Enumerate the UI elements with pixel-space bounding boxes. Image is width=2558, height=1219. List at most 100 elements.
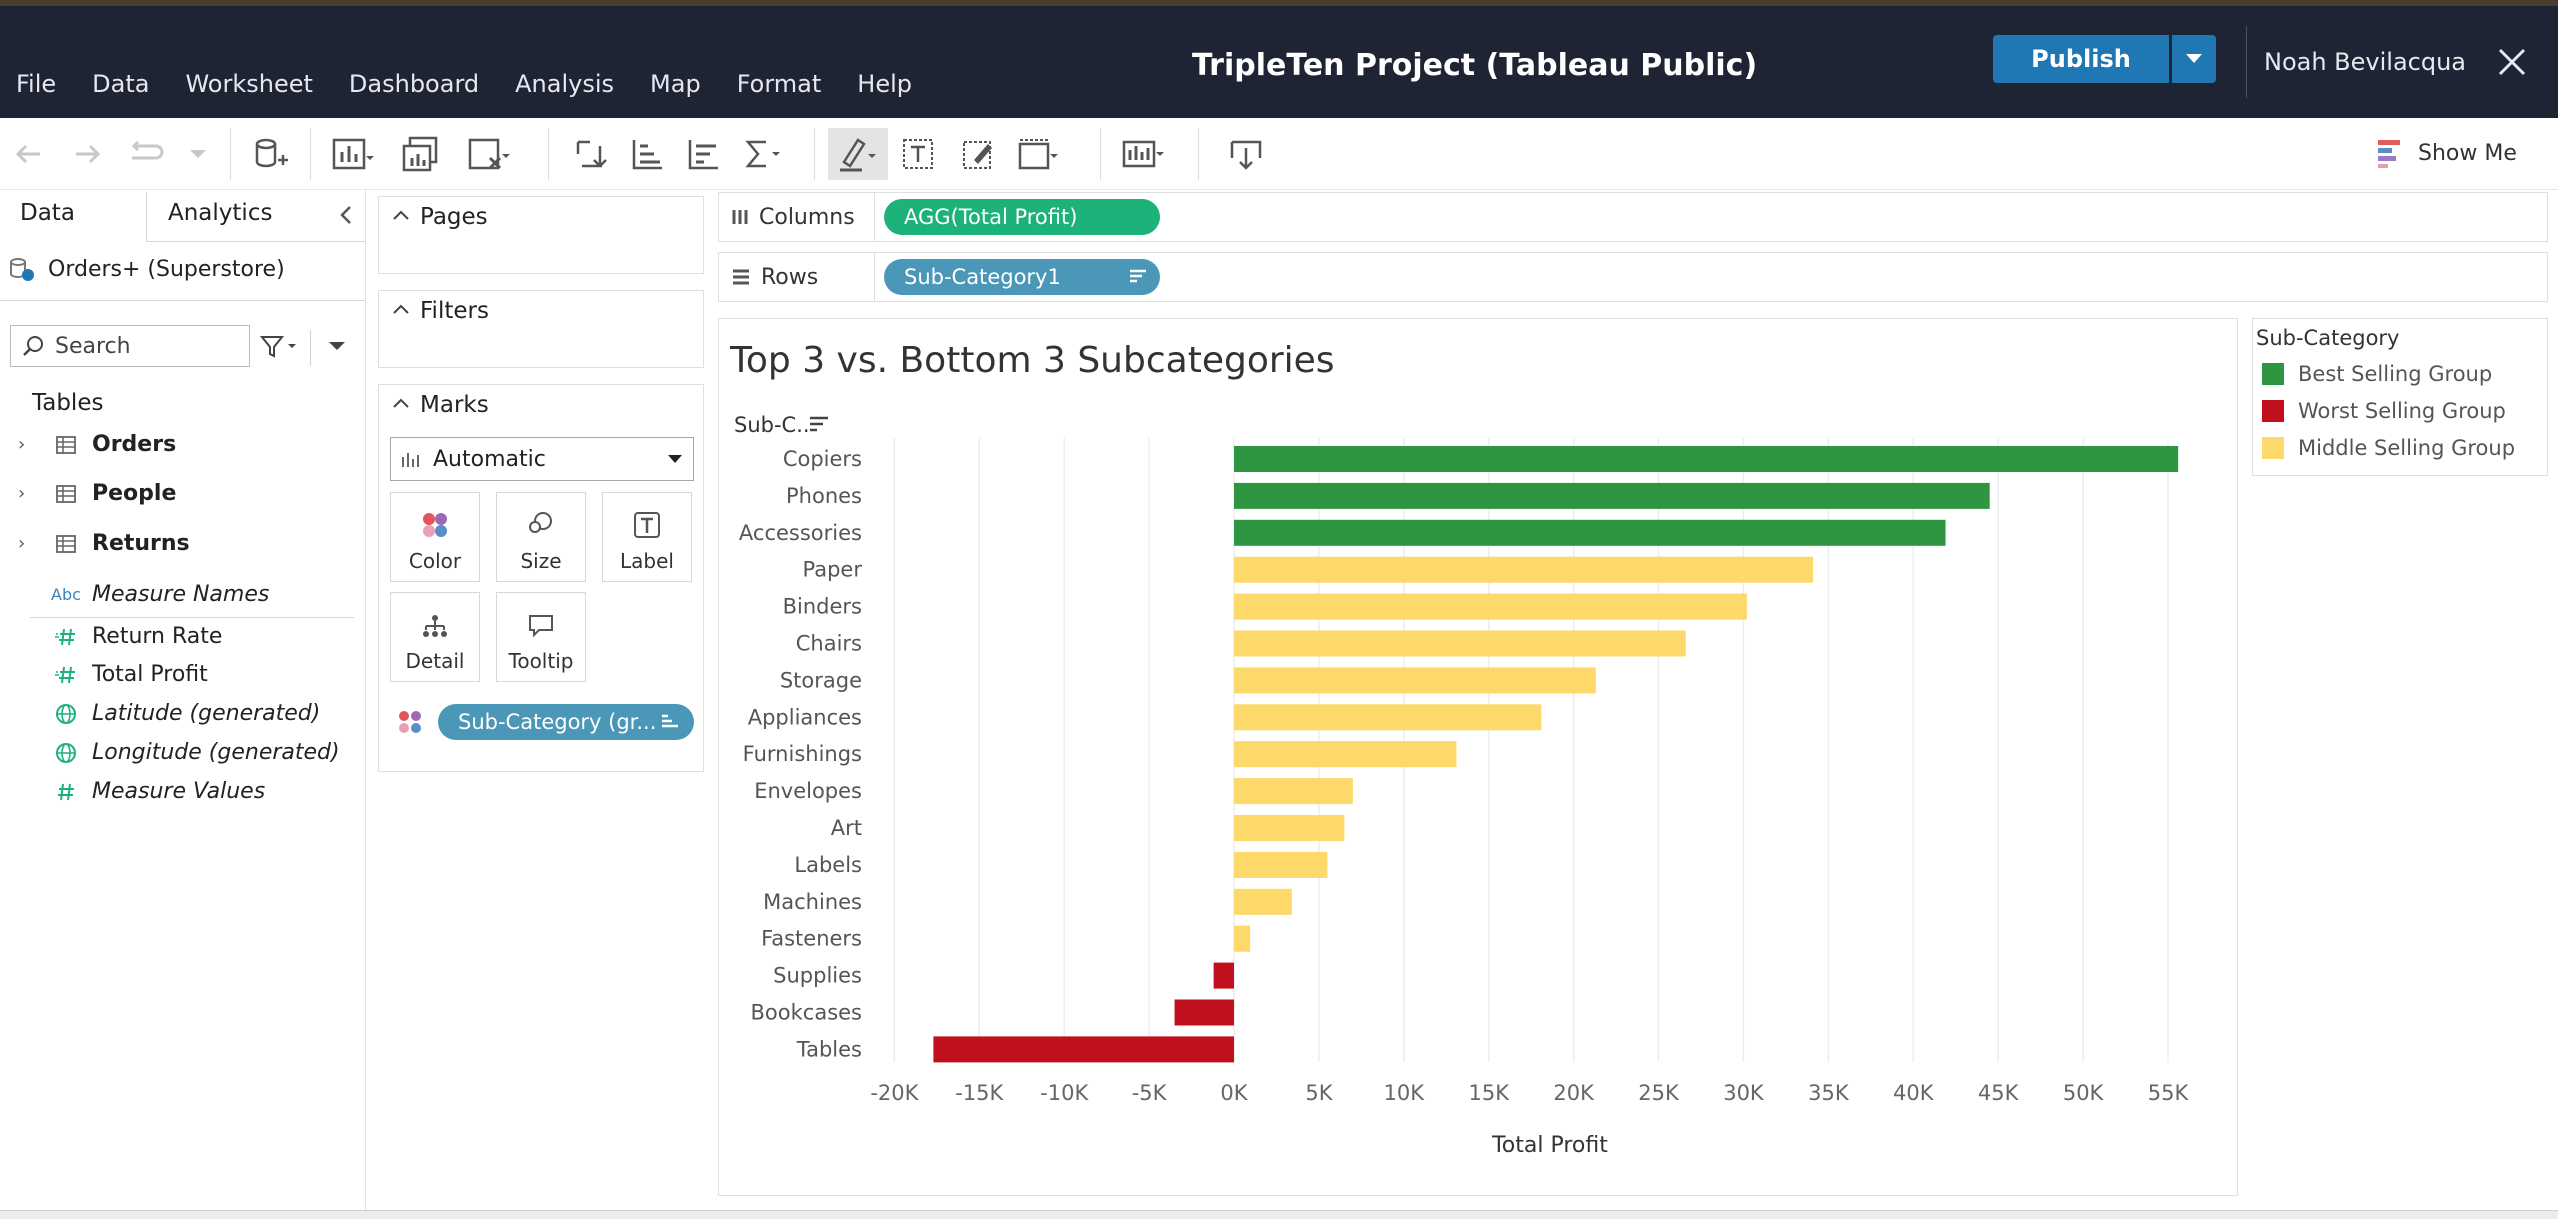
detail-button[interactable]: Detail bbox=[390, 592, 480, 682]
table-people[interactable]: › People bbox=[18, 481, 176, 506]
legend-item-worst[interactable]: Worst Selling Group bbox=[2262, 399, 2506, 423]
bar-accessories[interactable] bbox=[1234, 519, 1946, 546]
pane-menu-dropdown-icon[interactable] bbox=[326, 338, 348, 354]
field-latitude[interactable]: Latitude (generated) bbox=[18, 701, 320, 726]
datasource-label: Orders+ (Superstore) bbox=[48, 256, 285, 282]
columns-pill[interactable]: AGG(Total Profit) bbox=[884, 199, 1160, 235]
x-tick-label: -20K bbox=[870, 1081, 919, 1105]
bar-tables[interactable] bbox=[933, 1036, 1234, 1063]
redo-icon[interactable] bbox=[66, 134, 110, 174]
field-measure-values[interactable]: Measure Values bbox=[18, 779, 265, 804]
bar-bookcases[interactable] bbox=[1174, 999, 1234, 1026]
field-measure-names[interactable]: Abc Measure Names bbox=[18, 582, 269, 607]
datasource-item[interactable]: Orders+ (Superstore) bbox=[8, 256, 285, 282]
table-returns[interactable]: › Returns bbox=[18, 531, 190, 556]
bar-fasteners[interactable] bbox=[1234, 925, 1251, 952]
bar-furnishings[interactable] bbox=[1234, 741, 1457, 768]
bar-chart[interactable]: Top 3 vs. Bottom 3 Subcategories Sub-C..… bbox=[718, 318, 2238, 1196]
text-label-icon[interactable] bbox=[898, 134, 942, 174]
datasource-icon bbox=[10, 258, 34, 281]
show-me-button[interactable]: Show Me bbox=[2376, 138, 2517, 168]
table-label: People bbox=[92, 481, 177, 506]
collapse-pane-icon[interactable] bbox=[336, 204, 356, 226]
legend-item-best[interactable]: Best Selling Group bbox=[2262, 362, 2492, 386]
field-longitude[interactable]: Longitude (generated) bbox=[18, 740, 340, 765]
replay-dropdown-icon[interactable] bbox=[176, 134, 220, 174]
bar-appliances[interactable] bbox=[1234, 704, 1542, 731]
highlight-icon[interactable] bbox=[834, 134, 878, 174]
size-button[interactable]: Size bbox=[496, 492, 586, 582]
color-label: Color bbox=[408, 549, 462, 573]
x-tick-label: 10K bbox=[1384, 1081, 1426, 1105]
menu-worksheet[interactable]: Worksheet bbox=[185, 70, 312, 98]
search-divider bbox=[310, 330, 311, 366]
toolbar-separator bbox=[548, 128, 549, 180]
x-tick-label: 35K bbox=[1808, 1081, 1850, 1105]
rows-pill[interactable]: Sub-Category1 bbox=[884, 259, 1160, 295]
duplicate-sheet-icon[interactable] bbox=[400, 134, 444, 174]
field-label: Measure Values bbox=[92, 779, 266, 804]
x-tick-label: 5K bbox=[1305, 1081, 1333, 1105]
color-encoding-pill[interactable]: Sub-Category (gr... bbox=[438, 704, 694, 740]
bar-phones[interactable] bbox=[1234, 482, 1990, 509]
tab-data[interactable]: Data bbox=[20, 200, 75, 226]
mark-type-select[interactable]: Automatic bbox=[390, 437, 694, 481]
undo-icon[interactable] bbox=[8, 134, 52, 174]
menu-file[interactable]: File bbox=[16, 70, 56, 98]
sort-descending-icon[interactable] bbox=[682, 134, 726, 174]
tab-analytics[interactable]: Analytics bbox=[168, 200, 272, 226]
show-cards-icon[interactable] bbox=[1120, 134, 1164, 174]
menu-format[interactable]: Format bbox=[737, 70, 822, 98]
sort-icon[interactable] bbox=[810, 416, 828, 432]
sort-ascending-icon[interactable] bbox=[626, 134, 670, 174]
tooltip-button[interactable]: Tooltip bbox=[496, 592, 586, 682]
legend-item-middle[interactable]: Middle Selling Group bbox=[2262, 436, 2515, 460]
replay-icon[interactable] bbox=[124, 134, 168, 174]
legend-title: Sub-Category bbox=[2256, 326, 2400, 350]
bar-supplies[interactable] bbox=[1213, 962, 1234, 989]
x-tick-label: 55K bbox=[2148, 1081, 2190, 1105]
field-return-rate[interactable]: Return Rate bbox=[18, 624, 222, 649]
bar-binders[interactable] bbox=[1234, 593, 1747, 620]
x-tick-label: 25K bbox=[1638, 1081, 1680, 1105]
collapse-card-icon[interactable] bbox=[392, 208, 410, 222]
sort-icon bbox=[1130, 269, 1146, 283]
present-download-icon[interactable] bbox=[1226, 134, 1270, 174]
color-button[interactable]: Color bbox=[390, 492, 480, 582]
publish-button[interactable]: Publish bbox=[1993, 35, 2169, 83]
table-orders[interactable]: › Orders bbox=[18, 432, 176, 457]
totals-icon[interactable] bbox=[740, 134, 784, 174]
menu-help[interactable]: Help bbox=[857, 70, 912, 98]
bar-machines[interactable] bbox=[1234, 888, 1292, 915]
bar-storage[interactable] bbox=[1234, 667, 1596, 694]
new-worksheet-icon[interactable] bbox=[330, 134, 374, 174]
collapse-card-icon[interactable] bbox=[392, 396, 410, 410]
menu-analysis[interactable]: Analysis bbox=[515, 70, 614, 98]
bar-copiers[interactable] bbox=[1234, 446, 2179, 472]
search-icon bbox=[23, 336, 43, 356]
bar-envelopes[interactable] bbox=[1234, 778, 1353, 805]
bar-paper[interactable] bbox=[1234, 556, 1814, 583]
label-button[interactable]: Label bbox=[602, 492, 692, 582]
new-data-source-icon[interactable] bbox=[248, 134, 292, 174]
search-input[interactable]: Search bbox=[10, 325, 250, 367]
x-tick-label: -10K bbox=[1040, 1081, 1089, 1105]
filter-icon[interactable] bbox=[260, 334, 300, 360]
swap-rows-columns-icon[interactable] bbox=[570, 134, 614, 174]
toolbar-separator bbox=[814, 128, 815, 180]
clear-sheet-icon[interactable] bbox=[466, 134, 510, 174]
user-name[interactable]: Noah Bevilacqua bbox=[2264, 48, 2466, 76]
annotate-icon[interactable] bbox=[958, 134, 1002, 174]
fit-icon[interactable] bbox=[1014, 134, 1058, 174]
menu-dashboard[interactable]: Dashboard bbox=[349, 70, 479, 98]
field-total-profit[interactable]: Total Profit bbox=[18, 662, 208, 687]
bar-chairs[interactable] bbox=[1234, 630, 1686, 657]
bar-art[interactable] bbox=[1234, 815, 1345, 841]
close-icon[interactable] bbox=[2494, 44, 2530, 80]
publish-dropdown-button[interactable] bbox=[2172, 35, 2216, 83]
collapse-card-icon[interactable] bbox=[392, 302, 410, 316]
menu-map[interactable]: Map bbox=[650, 70, 701, 98]
menu-data[interactable]: Data bbox=[92, 70, 149, 98]
y-tick-label: Copiers bbox=[783, 447, 862, 471]
bar-labels[interactable] bbox=[1234, 851, 1328, 878]
